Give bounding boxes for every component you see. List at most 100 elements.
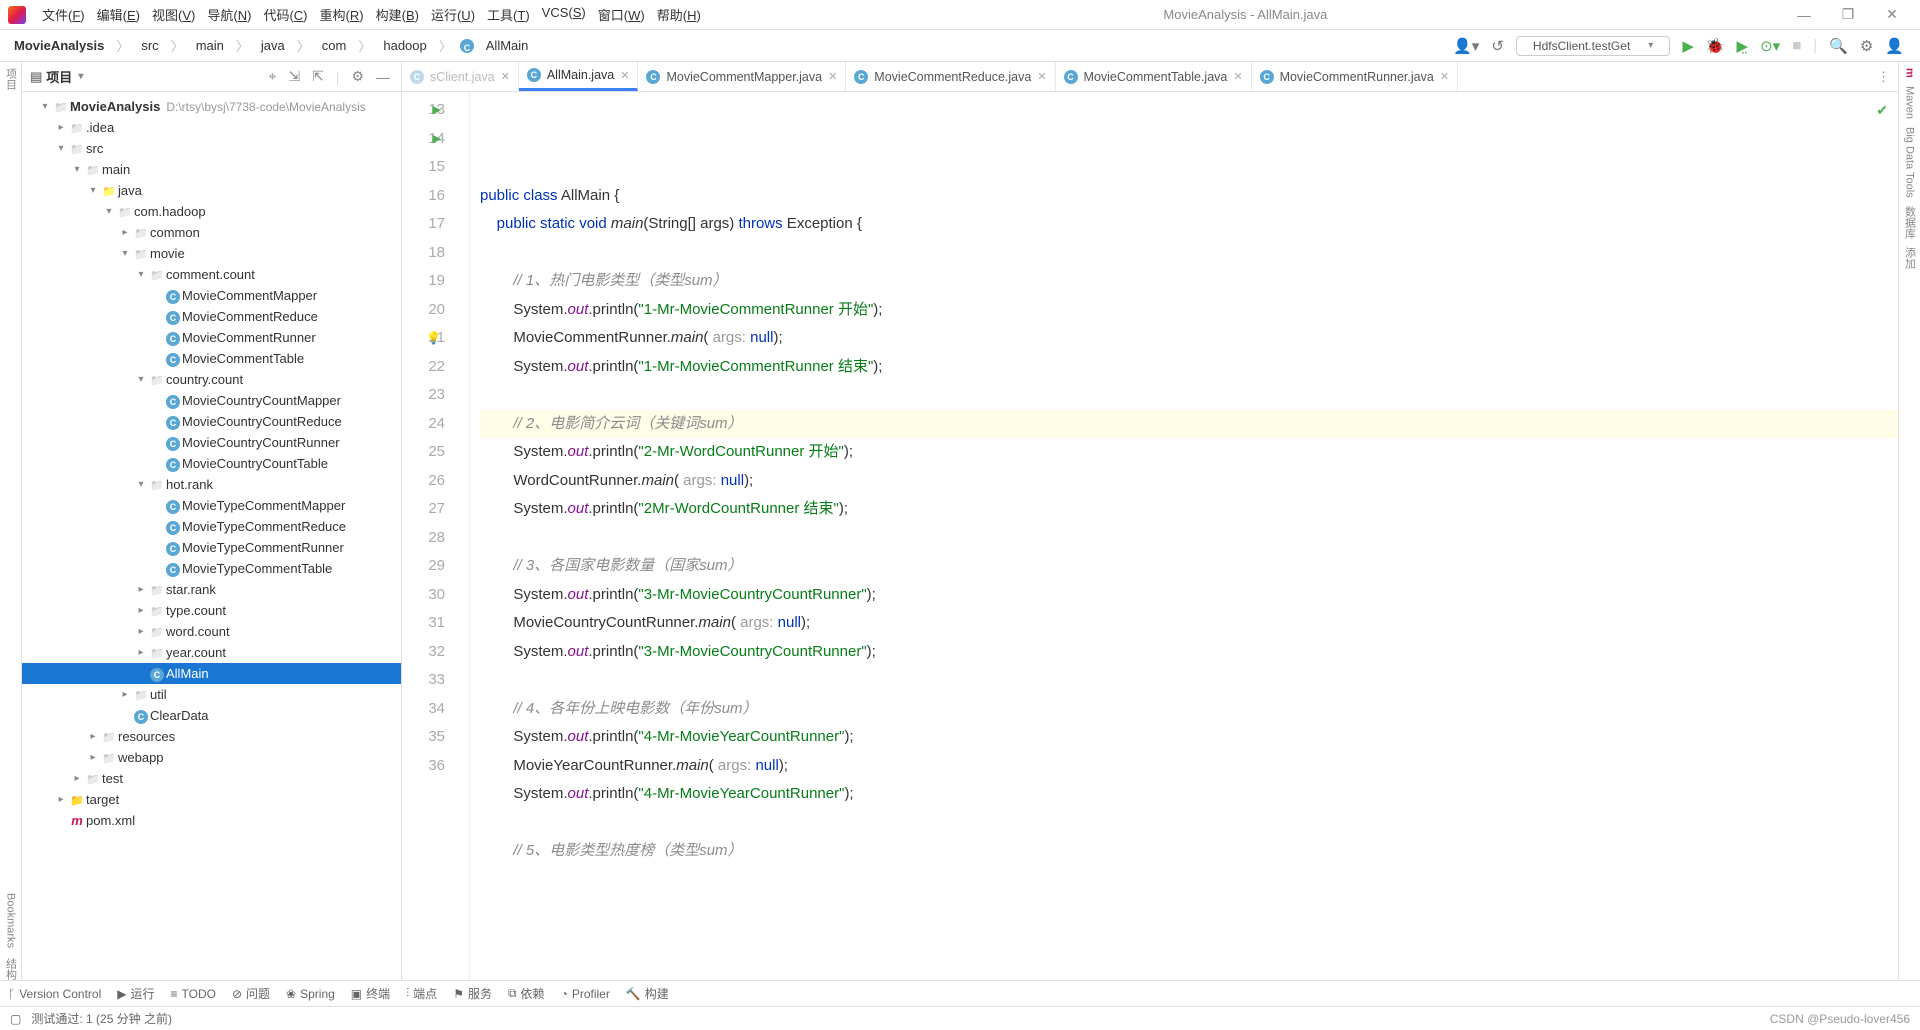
tree-row[interactable]: ▾country.count — [22, 369, 401, 390]
tree-row[interactable]: ▸target — [22, 789, 401, 810]
bottom-tab[interactable]: 🔨 构建 — [626, 985, 669, 1002]
tree-arrow-icon[interactable]: ▸ — [70, 773, 84, 784]
code-line[interactable] — [480, 809, 1898, 838]
source-code[interactable]: ✔ public class AllMain { public static v… — [470, 92, 1898, 980]
debug-button[interactable]: 🐞 — [1700, 33, 1731, 59]
collapse-all-icon[interactable]: ⇱ — [309, 66, 327, 87]
run-gutter-icon[interactable]: ▶ — [433, 125, 441, 154]
breadcrumb-item[interactable]: java — [257, 36, 289, 55]
tree-row[interactable]: AllMain — [22, 663, 401, 684]
tree-row[interactable]: ▸word.count — [22, 621, 401, 642]
run-button[interactable]: ▶ — [1676, 33, 1700, 59]
maximize-button[interactable]: ❐ — [1828, 6, 1868, 23]
code-line[interactable]: MovieYearCountRunner.main( args: null); — [480, 752, 1898, 781]
minimize-button[interactable]: — — [1784, 7, 1824, 23]
code-line[interactable]: // 5、电影类型热度榜（类型sum） — [480, 837, 1898, 866]
close-tab-icon[interactable]: ✕ — [1440, 70, 1449, 83]
tool-bookmarks[interactable]: Bookmarks — [5, 893, 17, 948]
code-line[interactable]: System.out.println("4-Mr-MovieYearCountR… — [480, 723, 1898, 752]
close-tab-icon[interactable]: ✕ — [501, 70, 510, 83]
code-line[interactable]: System.out.println("2-Mr-WordCountRunner… — [480, 438, 1898, 467]
breadcrumb-item[interactable]: AllMain — [482, 36, 533, 55]
run-gutter-icon[interactable]: ▶ — [433, 96, 441, 125]
menu-item[interactable]: 工具(T) — [481, 3, 536, 26]
tree-row[interactable]: MovieCommentMapper — [22, 285, 401, 306]
menu-item[interactable]: 代码(C) — [257, 3, 313, 26]
tree-arrow-icon[interactable]: ▸ — [134, 626, 148, 637]
tree-row[interactable]: ▾java — [22, 180, 401, 201]
tree-arrow-icon[interactable]: ▸ — [54, 122, 68, 133]
tree-arrow-icon[interactable]: ▸ — [134, 605, 148, 616]
code-line[interactable]: System.out.println("3-Mr-MovieCountryCou… — [480, 638, 1898, 667]
close-button[interactable]: ✕ — [1872, 6, 1912, 23]
close-tab-icon[interactable]: ✕ — [1233, 70, 1242, 83]
tree-row[interactable]: ▸test — [22, 768, 401, 789]
code-line[interactable]: System.out.println("2Mr-WordCountRunner … — [480, 495, 1898, 524]
tree-row[interactable]: ▾MovieAnalysisD:\rtsy\bysj\7738-code\Mov… — [22, 96, 401, 117]
code-line[interactable] — [480, 666, 1898, 695]
select-opened-icon[interactable]: ⌖ — [265, 66, 279, 87]
tree-arrow-icon[interactable]: ▾ — [54, 143, 68, 154]
tree-row[interactable]: ▸.idea — [22, 117, 401, 138]
menu-item[interactable]: 构建(B) — [370, 3, 425, 26]
tree-row[interactable]: ▸resources — [22, 726, 401, 747]
tree-arrow-icon[interactable]: ▾ — [38, 101, 52, 112]
editor-tab[interactable]: MovieCommentTable.java✕ — [1056, 62, 1252, 91]
bottom-tab[interactable]: ▶ 运行 — [117, 985, 154, 1002]
breadcrumb-item[interactable]: main — [192, 36, 228, 55]
bottom-tab[interactable]: ◔ Profiler — [561, 987, 610, 1001]
tree-row[interactable]: ▾main — [22, 159, 401, 180]
search-icon[interactable]: 🔍 — [1823, 33, 1854, 59]
tool-add[interactable]: 添加 — [1902, 247, 1918, 269]
gutter[interactable]: 13▶14▶15161718192021💡2223242526272829303… — [402, 92, 470, 980]
sync-icon[interactable]: ↺ — [1485, 33, 1510, 59]
menu-item[interactable]: VCS(S) — [536, 3, 592, 26]
tree-row[interactable]: ▸star.rank — [22, 579, 401, 600]
profile-button[interactable]: ⊙▾ — [1754, 33, 1786, 59]
tool-database[interactable]: 数据库 — [1902, 206, 1918, 239]
tree-row[interactable]: MovieTypeCommentRunner — [22, 537, 401, 558]
stop-button[interactable]: ■ — [1786, 33, 1807, 58]
close-tab-icon[interactable]: ✕ — [620, 69, 629, 82]
code-line[interactable]: MovieCountryCountRunner.main( args: null… — [480, 609, 1898, 638]
tree-arrow-icon[interactable]: ▸ — [54, 794, 68, 805]
close-tab-icon[interactable]: ✕ — [828, 70, 837, 83]
tree-arrow-icon[interactable]: ▾ — [118, 248, 132, 259]
code-line[interactable]: System.out.println("1-Mr-MovieCommentRun… — [480, 296, 1898, 325]
tool-bigdata[interactable]: Big Data Tools — [1904, 127, 1916, 198]
editor-tab[interactable]: sClient.java✕ — [402, 62, 519, 91]
code-line[interactable]: // 2、电影简介云词（关键词sum） — [480, 410, 1898, 439]
breadcrumb[interactable]: MovieAnalysis〉src〉main〉java〉com〉hadoop 〉… — [10, 34, 532, 57]
code-line[interactable]: System.out.println("3-Mr-MovieCountryCou… — [480, 581, 1898, 610]
tool-maven-icon[interactable]: m — [1904, 68, 1916, 78]
run-config-selector[interactable]: HdfsClient.testGet — [1516, 36, 1670, 56]
tree-row[interactable]: MovieTypeCommentTable — [22, 558, 401, 579]
code-line[interactable]: System.out.println("4-Mr-MovieYearCountR… — [480, 780, 1898, 809]
code-line[interactable]: WordCountRunner.main( args: null); — [480, 467, 1898, 496]
breadcrumb-item[interactable]: hadoop — [379, 36, 430, 55]
tree-row[interactable]: ▸year.count — [22, 642, 401, 663]
tree-row[interactable]: MovieCommentReduce — [22, 306, 401, 327]
tree-row[interactable]: ▾comment.count — [22, 264, 401, 285]
tree-row[interactable]: ▾hot.rank — [22, 474, 401, 495]
bottom-tab[interactable]: ≡ TODO — [171, 987, 216, 1001]
code-line[interactable] — [480, 239, 1898, 268]
tree-arrow-icon[interactable]: ▾ — [102, 206, 116, 217]
bottom-tab[interactable]: ⚑ 服务 — [453, 985, 492, 1002]
close-tab-icon[interactable]: ✕ — [1037, 70, 1046, 83]
problems-ok-icon[interactable]: ✔ — [1876, 96, 1888, 125]
avatar-icon[interactable]: 👤 — [1879, 33, 1910, 59]
more-tabs-icon[interactable]: ⋮ — [1869, 62, 1898, 91]
bottom-tab[interactable]: ⧉ 依赖 — [508, 985, 545, 1002]
code-line[interactable]: System.out.println("1-Mr-MovieCommentRun… — [480, 353, 1898, 382]
tree-row[interactable]: ▸util — [22, 684, 401, 705]
tree-arrow-icon[interactable]: ▸ — [134, 647, 148, 658]
intention-bulb-icon[interactable]: 💡 — [426, 324, 441, 353]
bottom-tab[interactable]: ▣ 终端 — [351, 985, 390, 1002]
tree-row[interactable]: ClearData — [22, 705, 401, 726]
tree-row[interactable]: MovieCountryCountRunner — [22, 432, 401, 453]
project-panel-title[interactable]: 项目 — [30, 67, 83, 86]
code-line[interactable]: public class AllMain { — [480, 182, 1898, 211]
code-line[interactable]: // 4、各年份上映电影数（年份sum） — [480, 695, 1898, 724]
code-line[interactable]: // 3、各国家电影数量（国家sum） — [480, 552, 1898, 581]
